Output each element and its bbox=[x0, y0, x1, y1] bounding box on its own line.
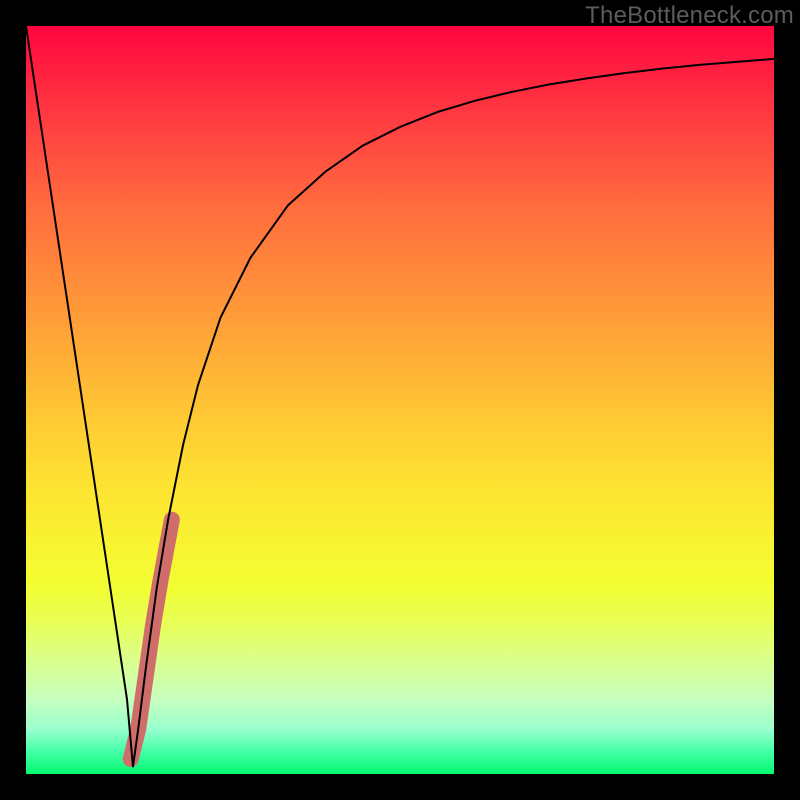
chart-container: TheBottleneck.com bbox=[0, 0, 800, 800]
watermark-text: TheBottleneck.com bbox=[585, 2, 794, 30]
curves-svg bbox=[26, 26, 774, 774]
plot-area bbox=[26, 26, 774, 774]
main-curve bbox=[26, 26, 774, 767]
highlight-segment bbox=[131, 520, 172, 759]
